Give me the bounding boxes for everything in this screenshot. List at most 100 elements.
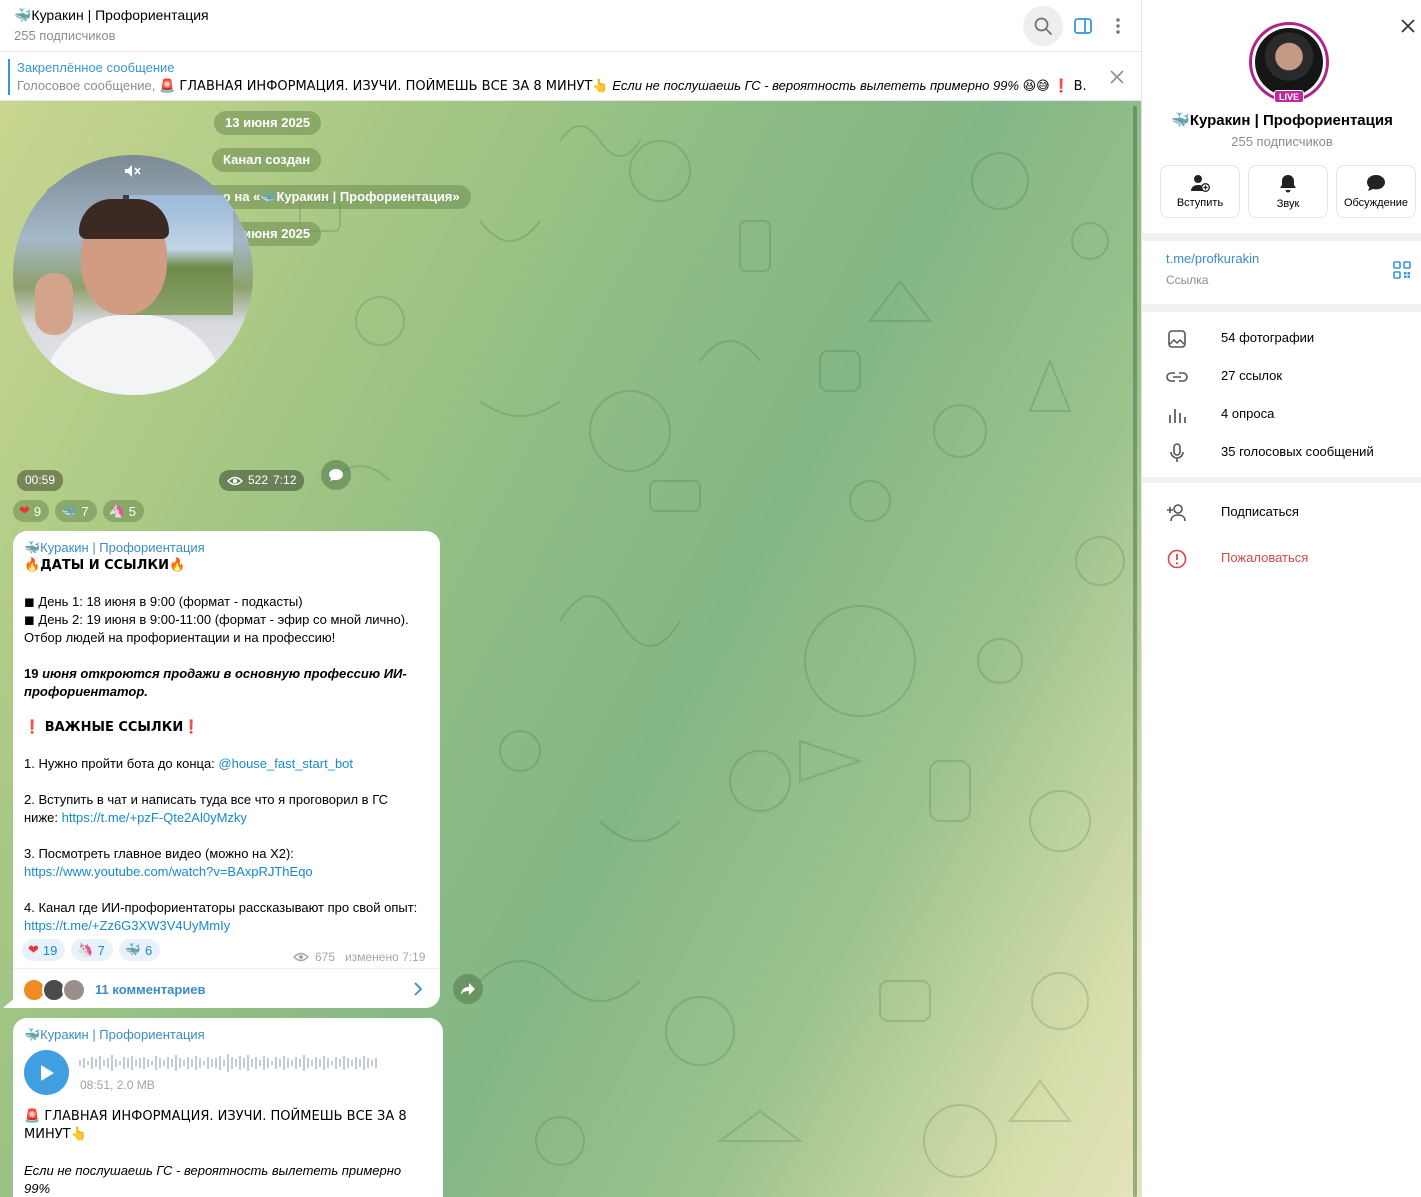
post-headline: 🚨 ГЛАВНАЯ ИНФОРМАЦИЯ. ИЗУЧИ. ПОЙМЕШЬ ВСЕ… — [24, 1109, 407, 1142]
pinned-close-button[interactable] — [1105, 65, 1129, 89]
post-title: 🔥ДАТЫ И ССЫЛКИ🔥 — [24, 558, 186, 573]
post-author[interactable]: 🐳Куракин | Профориентация — [24, 540, 205, 556]
comments-button[interactable]: 11 комментариев — [13, 968, 440, 1008]
heart-icon: ❤ — [19, 503, 30, 519]
microphone-icon — [1166, 442, 1188, 464]
discussion-button[interactable]: Обсуждение — [1336, 165, 1416, 218]
channel-invite-link[interactable]: https://t.me/+Zz6G3XW3V4UyMmIy — [24, 918, 230, 933]
round-video-message[interactable] — [13, 155, 253, 395]
chat-subscribers-count: 255 подписчиков — [14, 28, 116, 43]
scrollbar[interactable] — [1133, 106, 1137, 1197]
forward-button[interactable] — [453, 974, 483, 1004]
whale-icon: 🐳 — [61, 503, 78, 519]
voice-waveform[interactable] — [79, 1052, 379, 1074]
chat-bubble-icon — [1367, 175, 1385, 191]
bot-link[interactable]: @house_fast_start_bot — [218, 756, 353, 771]
post-meta: 675 изменено 7:19 — [293, 950, 425, 964]
post-edited-time: изменено 7:19 — [345, 950, 426, 964]
join-button[interactable]: Вступить — [1160, 165, 1240, 218]
forward-icon — [461, 983, 475, 995]
more-vertical-icon — [1116, 18, 1120, 34]
chat-header[interactable]: 🐳Куракин | Профориентация 255 подписчико… — [0, 0, 1141, 52]
toggle-sidebar-button[interactable] — [1063, 6, 1103, 46]
report-row[interactable]: Пожаловаться — [1142, 539, 1421, 577]
media-photos-row[interactable]: 54 фотографии — [1142, 319, 1421, 357]
eye-icon — [293, 952, 309, 962]
post-day2: ◼ День 2: 19 июня в 9:00-11:00 (формат -… — [24, 612, 409, 627]
comments-count: 11 комментариев — [95, 982, 206, 997]
subscribe-label: Подписаться — [1221, 504, 1299, 519]
whale-icon: 🐳 — [124, 942, 141, 958]
channel-link[interactable]: t.me/profkurakin — [1166, 251, 1259, 266]
post-selection: Отбор людей на профориентации и на профе… — [24, 630, 336, 645]
chat-invite-link[interactable]: https://t.me/+pzF-Qte2Al0yMzky — [62, 810, 247, 825]
join-label: Вступить — [1176, 197, 1224, 209]
chat-title[interactable]: 🐳Куракин | Профориентация — [14, 7, 209, 24]
divider — [1142, 304, 1421, 312]
pinned-message-bar[interactable]: Закреплённое сообщение Голосовое сообщен… — [0, 53, 1141, 101]
reaction-whale[interactable]: 🐳 7 — [55, 500, 97, 522]
media-polls-row[interactable]: 4 опроса — [1142, 395, 1421, 433]
unicorn-icon: 🦄 — [77, 942, 94, 958]
sound-button[interactable]: Звук — [1248, 165, 1328, 218]
search-button[interactable] — [1023, 6, 1063, 46]
youtube-link[interactable]: https://www.youtube.com/watch?v=BAxpRJTh… — [24, 864, 313, 879]
post-views: 675 — [315, 950, 336, 964]
pinned-title: Закреплённое сообщение — [17, 60, 175, 75]
close-icon — [1401, 19, 1415, 33]
post-item1-text: 1. Нужно пройти бота до конца: — [24, 756, 219, 771]
live-badge: LIVE — [1274, 90, 1305, 103]
post-italic: Если не послушаешь ГС - вероятность выле… — [24, 1163, 402, 1196]
heart-icon: ❤ — [28, 942, 39, 958]
pinned-kind: Голосовое сообщение — [17, 78, 152, 93]
post-item4-text: 4. Канал где ИИ-профориентаторы рассказы… — [24, 900, 418, 915]
voice-play-button[interactable] — [24, 1050, 69, 1095]
post-sales-text: июня откроются продажи в основную профес… — [24, 666, 407, 699]
reaction-heart[interactable]: ❤ 9 — [13, 500, 50, 522]
video-reactions: ❤ 9 🐳 7 🦄 5 — [13, 500, 144, 522]
comment-button[interactable] — [321, 460, 351, 490]
eye-icon — [227, 476, 243, 485]
video-person-shirt — [43, 315, 223, 395]
date-separator: 13 июня 2025 — [214, 111, 322, 135]
play-icon — [40, 1064, 54, 1081]
post-author[interactable]: 🐳Куракин | Профориентация — [24, 1027, 205, 1043]
avatar — [1255, 28, 1323, 96]
poll-icon — [1166, 404, 1188, 426]
voice-post[interactable]: 🐳Куракин | Профориентация 08:51, 2.0 MB … — [13, 1018, 443, 1197]
video-views: 522 — [248, 473, 269, 487]
close-panel-button[interactable] — [1396, 14, 1420, 38]
more-menu-button[interactable] — [1098, 6, 1138, 46]
media-voice-row[interactable]: 35 голосовых сообщений — [1142, 433, 1421, 471]
post-text: 🚨 ГЛАВНАЯ ИНФОРМАЦИЯ. ИЗУЧИ. ПОЙМЕШЬ ВСЕ… — [24, 1108, 414, 1197]
chat-area: 🐳Куракин | Профориентация 255 подписчико… — [0, 0, 1141, 1197]
bell-icon — [1280, 174, 1296, 192]
reaction-heart[interactable]: ❤ 19 — [22, 939, 66, 961]
reaction-whale[interactable]: 🐳 6 — [118, 939, 161, 961]
post-sales-bold: 19 — [24, 666, 39, 681]
channel-name: 🐳Куракин | Профориентация — [1171, 112, 1393, 129]
report-label: Пожаловаться — [1221, 550, 1309, 565]
media-links-row[interactable]: 27 ссылок — [1142, 357, 1421, 395]
search-icon — [1034, 17, 1052, 35]
reaction-unicorn[interactable]: 🦄 7 — [71, 939, 113, 961]
polls-count: 4 опроса — [1221, 406, 1275, 421]
reaction-count: 7 — [81, 503, 89, 519]
divider — [1142, 233, 1421, 241]
subscribe-row[interactable]: Подписаться — [1142, 493, 1421, 531]
pinned-indicator — [8, 59, 10, 95]
reaction-count: 19 — [42, 942, 58, 958]
pinned-tail: ❗ В... — [1053, 79, 1087, 94]
qr-code-icon[interactable] — [1392, 260, 1412, 280]
channel-subscribers: 255 подписчиков — [1231, 134, 1333, 149]
reaction-count: 5 — [128, 503, 136, 519]
post-item3-text: 3. Посмотреть главное видео (можно на Х2… — [24, 846, 294, 861]
channel-link-label: Ссылка — [1166, 273, 1209, 287]
post-day1: ◼ День 1: 18 июня в 9:00 (формат - подка… — [24, 594, 303, 609]
channel-post[interactable]: 🐳Куракин | Профориентация 🔥ДАТЫ И ССЫЛКИ… — [13, 531, 440, 1008]
chevron-right-icon — [414, 982, 423, 996]
muted-speaker-icon[interactable] — [123, 163, 143, 179]
reaction-unicorn[interactable]: 🦄 5 — [102, 500, 144, 522]
pinned-preview: Голосовое сообщение, 🚨 ГЛАВНАЯ ИНФОРМАЦИ… — [17, 78, 1087, 94]
voice-count: 35 голосовых сообщений — [1221, 444, 1374, 459]
